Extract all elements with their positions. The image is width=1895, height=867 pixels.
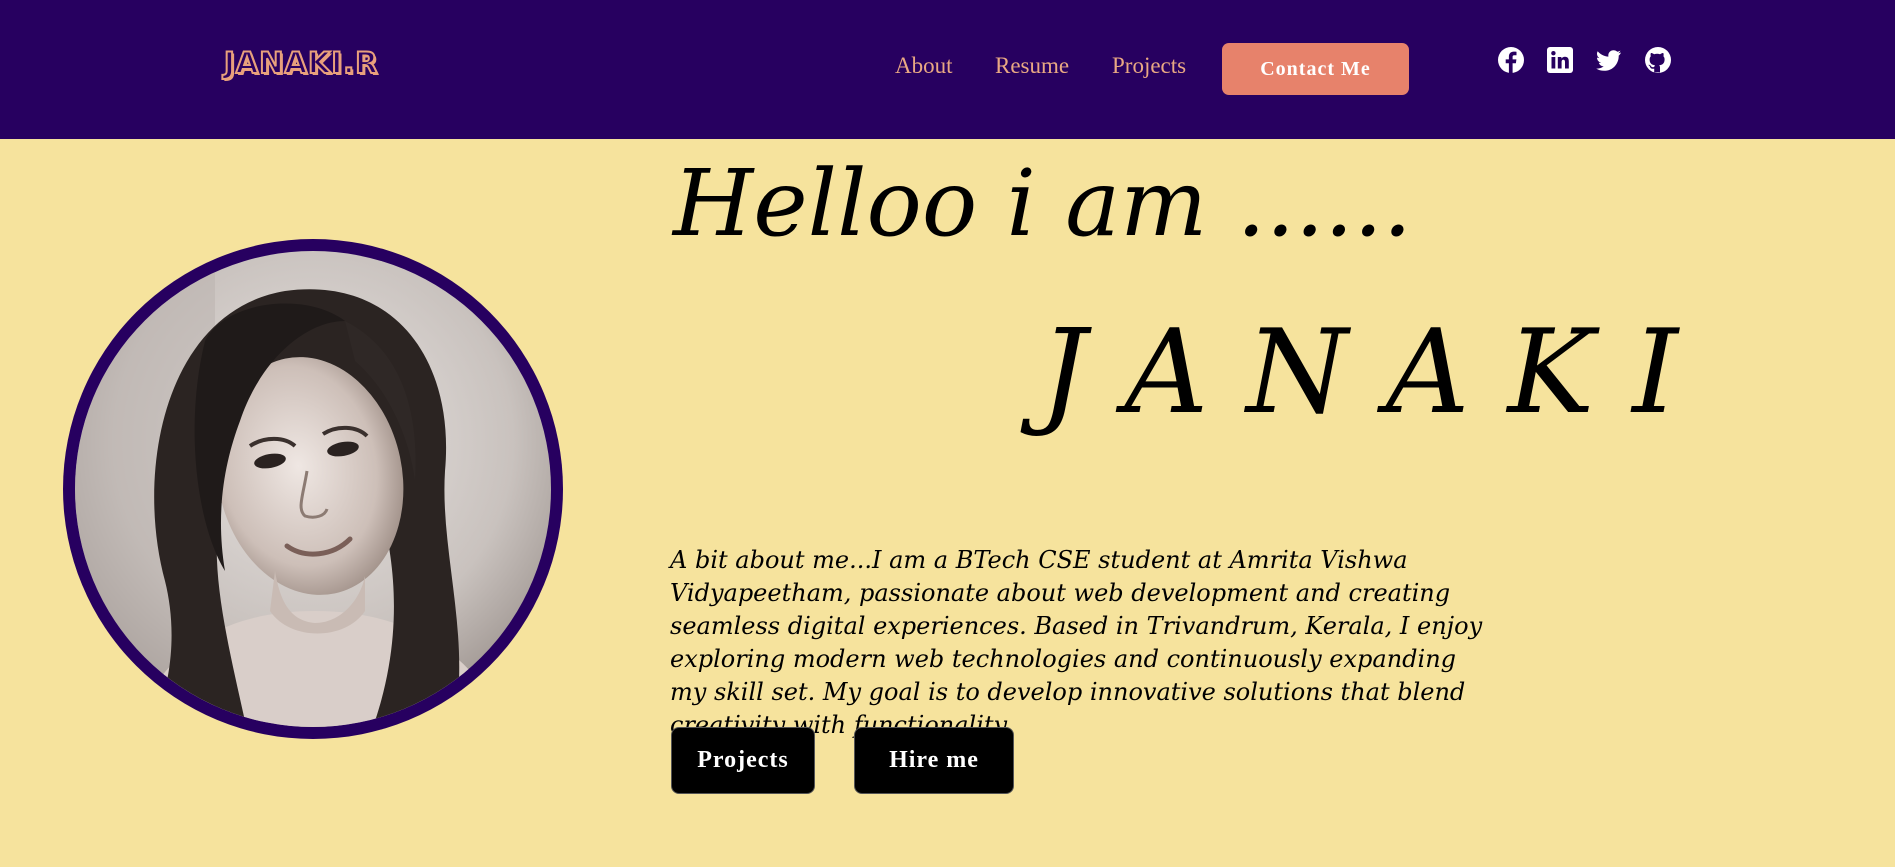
contact-me-button[interactable]: Contact Me — [1222, 43, 1409, 95]
linkedin-icon[interactable] — [1546, 46, 1574, 74]
github-icon[interactable] — [1644, 46, 1672, 74]
projects-button[interactable]: Projects — [671, 727, 815, 794]
hire-me-button[interactable]: Hire me — [854, 727, 1014, 794]
nav-link-projects[interactable]: Projects — [1112, 53, 1186, 79]
profile-photo — [75, 251, 551, 727]
facebook-icon[interactable] — [1497, 46, 1525, 74]
navbar: JANAKI.R About Resume Projects Contact M… — [0, 0, 1895, 139]
twitter-icon[interactable] — [1595, 46, 1623, 74]
profile-photo-image — [75, 251, 551, 727]
hero-name: JANAKI — [1040, 305, 1717, 440]
nav-link-resume[interactable]: Resume — [995, 53, 1069, 79]
hero-bio: A bit about me...I am a BTech CSE studen… — [670, 546, 1483, 739]
profile-photo-frame — [63, 239, 563, 739]
hero-greeting: Helloo i am ...... — [673, 150, 1413, 257]
site-logo[interactable]: JANAKI.R — [223, 45, 379, 81]
nav-link-about[interactable]: About — [895, 53, 953, 79]
